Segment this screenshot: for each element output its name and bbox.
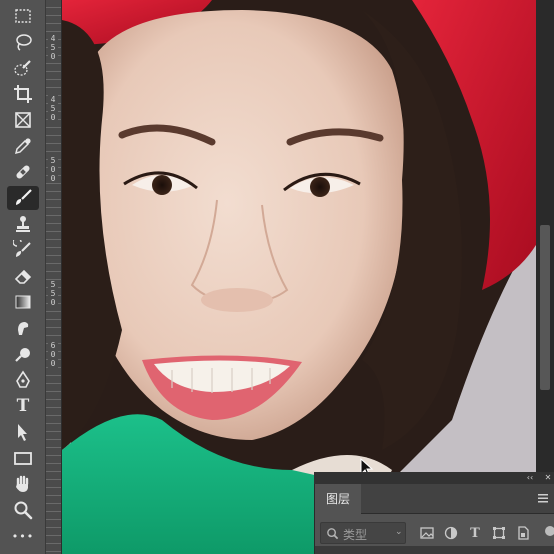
image-icon	[420, 527, 434, 539]
photoshop-window: T ••• 4 5 0 4 5 0 5 0 0 5 5 0 6 0 0 ‹‹ ✕…	[0, 0, 554, 554]
ruler-label: 0	[48, 359, 58, 368]
gradient-tool[interactable]	[7, 290, 39, 314]
ruler-label: 0	[48, 174, 58, 183]
ruler-label: 0	[48, 113, 58, 122]
pen-tool[interactable]	[7, 368, 39, 392]
frame-icon	[15, 112, 31, 128]
quick-selection-tool[interactable]	[7, 56, 39, 80]
ruler-label: 5	[48, 156, 58, 165]
eyedropper-tool[interactable]	[7, 134, 39, 158]
filter-type-layers-button[interactable]: T	[467, 525, 483, 541]
eyedropper-icon	[14, 138, 31, 155]
rectangular-marquee-icon	[15, 9, 31, 23]
healing-brush-tool[interactable]	[7, 160, 39, 184]
history-brush-tool[interactable]	[7, 238, 39, 262]
tools-panel: T •••	[0, 0, 46, 554]
brush-icon	[16, 189, 32, 205]
ruler-label: 0	[48, 298, 58, 307]
ruler-label: 5	[48, 280, 58, 289]
eraser-icon	[14, 269, 32, 284]
clone-stamp-icon	[16, 216, 30, 232]
adjustment-icon	[444, 526, 458, 540]
pen-icon	[16, 370, 30, 388]
close-panel-button[interactable]: ✕	[542, 472, 554, 484]
ruler-label: 4	[48, 34, 58, 43]
smudge-icon	[18, 322, 29, 335]
crop-tool[interactable]	[7, 82, 39, 106]
dodge-tool[interactable]	[7, 342, 39, 366]
panel-menu-icon[interactable]	[537, 492, 549, 504]
filter-kind-select[interactable]: 类型 ⌄	[320, 522, 406, 544]
rectangular-marquee-tool[interactable]	[7, 4, 39, 28]
portrait-photo	[62, 0, 536, 554]
type-tool[interactable]: T	[7, 394, 39, 418]
layers-panel: 图层 类型 ⌄ T	[314, 484, 554, 554]
zoom-tool[interactable]	[7, 498, 39, 522]
layer-list[interactable]	[315, 546, 554, 554]
search-icon	[327, 528, 339, 540]
shape-icon	[493, 527, 505, 539]
tab-layers[interactable]: 图层	[315, 484, 361, 515]
ruler-label: 6	[48, 341, 58, 350]
ruler-label: 0	[48, 165, 58, 174]
hand-icon	[16, 475, 29, 492]
rectangle-tool[interactable]	[7, 446, 39, 470]
filter-smart-objects-button[interactable]	[515, 525, 531, 541]
more-tools-icon: •••	[11, 529, 35, 543]
panel-tab-bar: 图层	[315, 484, 554, 515]
filter-shape-layers-button[interactable]	[491, 525, 507, 541]
dodge-icon	[15, 348, 30, 362]
zoom-icon	[14, 501, 33, 520]
filter-pixel-layers-button[interactable]	[419, 525, 435, 541]
panel-dock-header: ‹‹ ✕	[314, 472, 554, 484]
filter-adjustment-layers-button[interactable]	[443, 525, 459, 541]
ruler-label: 5	[48, 104, 58, 113]
history-brush-icon	[13, 240, 31, 257]
healing-brush-icon	[16, 165, 30, 179]
clone-stamp-tool[interactable]	[7, 212, 39, 236]
vertical-ruler[interactable]: 4 5 0 4 5 0 5 0 0 5 5 0 6 0 0	[46, 0, 62, 554]
ruler-label: 0	[48, 52, 58, 61]
eraser-tool[interactable]	[7, 264, 39, 288]
smart-object-icon	[518, 526, 529, 540]
gradient-icon	[15, 295, 31, 309]
path-selection-icon	[18, 424, 27, 441]
scrollbar-thumb[interactable]	[540, 225, 550, 390]
type-icon: T	[16, 396, 30, 416]
crop-icon	[14, 85, 32, 103]
lasso-tool[interactable]	[7, 30, 39, 54]
smudge-tool[interactable]	[7, 316, 39, 340]
type-icon: T	[470, 525, 480, 541]
path-selection-tool[interactable]	[7, 420, 39, 444]
lasso-icon	[16, 34, 32, 51]
filter-toggle-switch[interactable]	[545, 526, 554, 536]
collapse-panels-button[interactable]: ‹‹	[524, 472, 536, 484]
ruler-label: 5	[48, 289, 58, 298]
vertical-scrollbar[interactable]	[536, 0, 554, 472]
quick-selection-icon	[14, 60, 31, 76]
frame-tool[interactable]	[7, 108, 39, 132]
document-canvas[interactable]	[62, 0, 536, 554]
ruler-label: 0	[48, 350, 58, 359]
brush-tool[interactable]	[7, 186, 39, 210]
hand-tool[interactable]	[7, 472, 39, 496]
ruler-label: 5	[48, 43, 58, 52]
ruler-label: 4	[48, 95, 58, 104]
rectangle-shape-icon	[14, 452, 32, 465]
chevron-down-icon: ⌄	[395, 527, 403, 537]
filter-kind-label: 类型	[343, 528, 368, 542]
more-tools-button[interactable]: •••	[7, 524, 39, 548]
